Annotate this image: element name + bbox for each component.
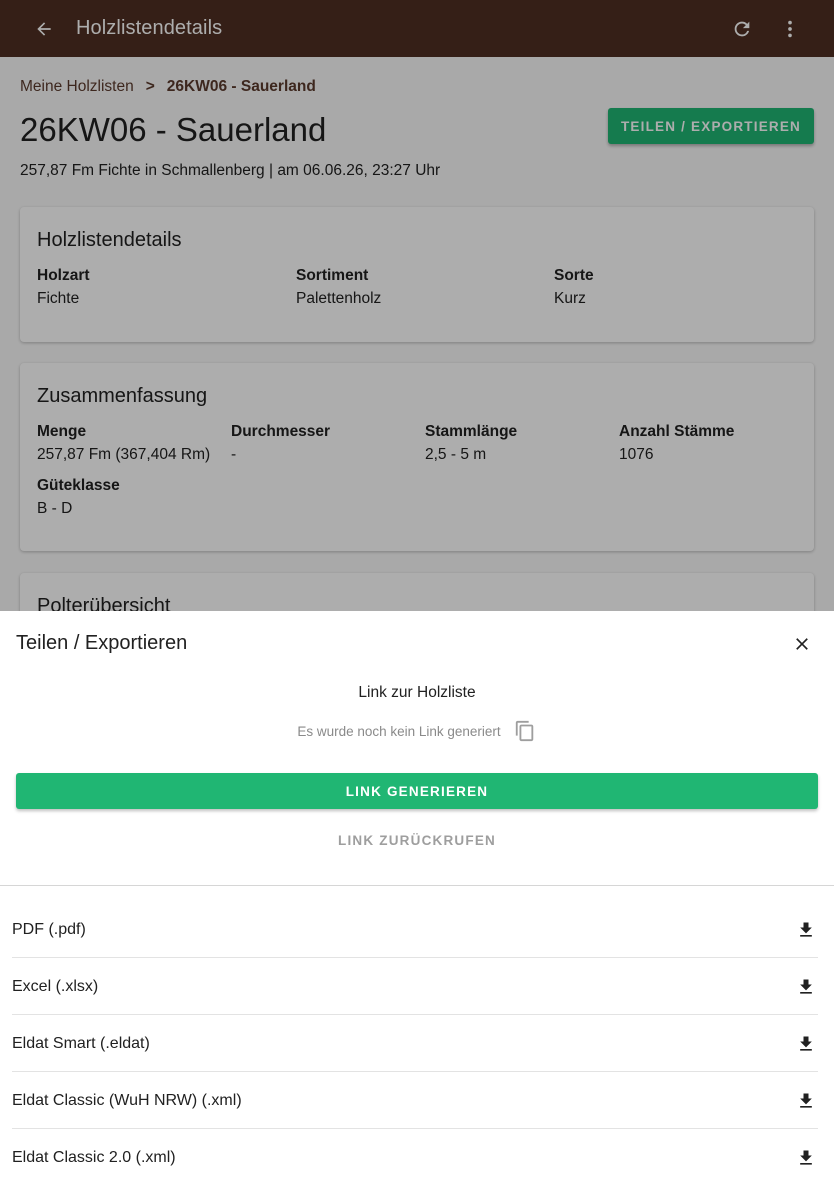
export-item-eldat-classic-2[interactable]: Eldat Classic 2.0 (.xml) <box>0 1129 834 1186</box>
link-row: Es wurde noch kein Link generiert <box>0 719 834 743</box>
export-item-eldat-smart[interactable]: Eldat Smart (.eldat) <box>0 1015 834 1072</box>
download-icon[interactable] <box>794 918 818 942</box>
export-item-label: Eldat Classic 2.0 (.xml) <box>12 1148 176 1166</box>
export-item-label: Eldat Classic (WuH NRW) (.xml) <box>12 1091 242 1109</box>
export-item-label: Eldat Smart (.eldat) <box>12 1034 150 1052</box>
download-icon[interactable] <box>794 975 818 999</box>
revoke-link-button[interactable]: LINK ZURÜCKRUFEN <box>0 833 834 848</box>
export-item-label: PDF (.pdf) <box>12 920 86 938</box>
download-icon[interactable] <box>794 1146 818 1170</box>
export-item-label: Excel (.xlsx) <box>12 977 99 995</box>
link-placeholder: Es wurde noch kein Link generiert <box>297 723 501 739</box>
share-export-sheet: Teilen / Exportieren Link zur Holzliste … <box>0 611 834 1194</box>
generate-link-button[interactable]: LINK GENERIEREN <box>16 773 818 809</box>
sheet-title: Teilen / Exportieren <box>16 632 188 654</box>
download-icon[interactable] <box>794 1032 818 1056</box>
export-item-pdf[interactable]: PDF (.pdf) <box>0 901 834 958</box>
export-item-excel[interactable]: Excel (.xlsx) <box>0 958 834 1015</box>
close-icon[interactable] <box>790 632 814 656</box>
copy-icon[interactable] <box>513 719 537 743</box>
export-list: PDF (.pdf) Excel (.xlsx) Eldat Smart (.e… <box>0 901 834 1186</box>
export-item-eldat-classic-wuh-nrw[interactable]: Eldat Classic (WuH NRW) (.xml) <box>0 1072 834 1129</box>
divider <box>0 885 834 886</box>
modal-scrim[interactable] <box>0 0 834 611</box>
download-icon[interactable] <box>794 1089 818 1113</box>
link-heading: Link zur Holzliste <box>358 684 476 701</box>
